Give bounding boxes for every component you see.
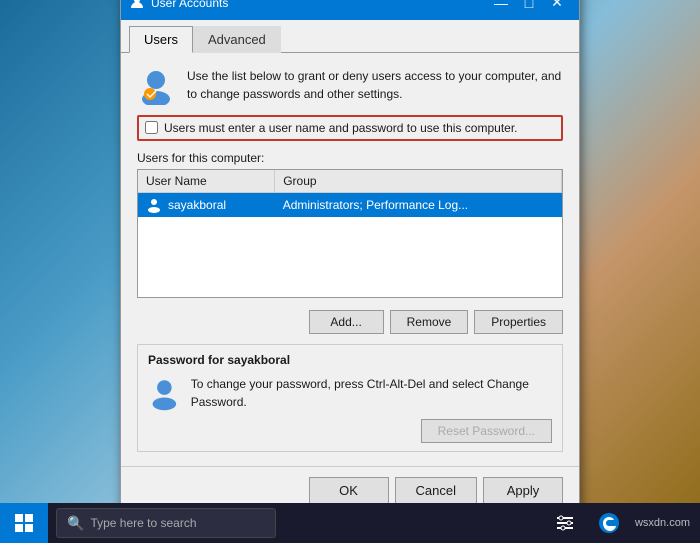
user-accounts-dialog: User Accounts — □ ✕ Users Advanced — [120, 0, 580, 519]
dialog-control-buttons: — □ ✕ — [487, 0, 571, 14]
cancel-button[interactable]: Cancel — [395, 477, 477, 504]
users-table: User Name Group — [138, 170, 562, 297]
properties-button[interactable]: Properties — [474, 310, 563, 334]
user-small-icon — [146, 197, 162, 213]
password-user-icon — [148, 375, 181, 411]
user-name-content: sayakboral — [146, 197, 267, 213]
edge-browser-icon[interactable] — [591, 505, 627, 541]
dialog-title-area: User Accounts — [129, 0, 228, 11]
user-action-buttons: Add... Remove Properties — [137, 310, 563, 334]
password-checkbox[interactable] — [145, 121, 158, 134]
apply-button[interactable]: Apply — [483, 477, 563, 504]
column-username: User Name — [138, 170, 275, 193]
reset-password-button[interactable]: Reset Password... — [421, 419, 552, 443]
empty-row-2 — [138, 237, 562, 257]
tab-users[interactable]: Users — [129, 26, 193, 53]
maximize-button[interactable]: □ — [515, 0, 543, 14]
taskbar-right-area: wsxdn.com — [547, 505, 700, 541]
user-name-cell: sayakboral — [138, 192, 275, 217]
dialog-overlay: User Accounts — □ ✕ Users Advanced — [0, 0, 700, 503]
info-section: Use the list below to grant or deny user… — [137, 67, 563, 105]
password-section-title: Password for sayakboral — [148, 353, 552, 367]
taskbar-settings-icon[interactable] — [547, 505, 583, 541]
taskbar-search-bar[interactable]: 🔍 Type here to search — [56, 508, 276, 538]
reset-password-row: Reset Password... — [148, 419, 552, 443]
windows-logo-icon — [15, 514, 33, 532]
dialog-titlebar: User Accounts — □ ✕ — [121, 0, 579, 20]
dialog-content: Use the list below to grant or deny user… — [121, 53, 579, 466]
users-table-container: User Name Group — [137, 169, 563, 298]
add-button[interactable]: Add... — [309, 310, 384, 334]
dialog-title-icon — [129, 0, 145, 11]
close-button[interactable]: ✕ — [543, 0, 571, 14]
password-info: To change your password, press Ctrl-Alt-… — [148, 375, 552, 411]
taskbar: 🔍 Type here to search wsxdn.com — [0, 503, 700, 543]
empty-row-3 — [138, 257, 562, 277]
tab-advanced[interactable]: Advanced — [193, 26, 281, 53]
table-row[interactable]: sayakboral Administrators; Performance L… — [138, 192, 562, 217]
tabs-bar: Users Advanced — [121, 20, 579, 53]
empty-row-1 — [138, 217, 562, 237]
password-checkbox-label[interactable]: Users must enter a user name and passwor… — [164, 121, 518, 135]
empty-row-4 — [138, 277, 562, 297]
users-section-label: Users for this computer: — [137, 151, 563, 165]
user-group-cell: Administrators; Performance Log... — [275, 192, 562, 217]
info-text: Use the list below to grant or deny user… — [187, 67, 563, 103]
wsxdn-label: wsxdn.com — [635, 517, 690, 529]
search-placeholder-text: Type here to search — [90, 516, 196, 530]
password-section: Password for sayakboral To change your p… — [137, 344, 563, 452]
dialog-title-text: User Accounts — [151, 0, 228, 10]
user-icon-large — [137, 67, 175, 105]
password-text: To change your password, press Ctrl-Alt-… — [191, 375, 552, 411]
ok-button[interactable]: OK — [309, 477, 389, 504]
password-checkbox-row: Users must enter a user name and passwor… — [137, 115, 563, 141]
remove-button[interactable]: Remove — [390, 310, 469, 334]
users-section: Users for this computer: User Name Group — [137, 151, 563, 298]
column-group: Group — [275, 170, 562, 193]
start-button[interactable] — [0, 503, 48, 543]
search-icon: 🔍 — [67, 515, 84, 532]
table-header-row: User Name Group — [138, 170, 562, 193]
minimize-button[interactable]: — — [487, 0, 515, 14]
microsoft-edge-icon — [598, 512, 620, 534]
